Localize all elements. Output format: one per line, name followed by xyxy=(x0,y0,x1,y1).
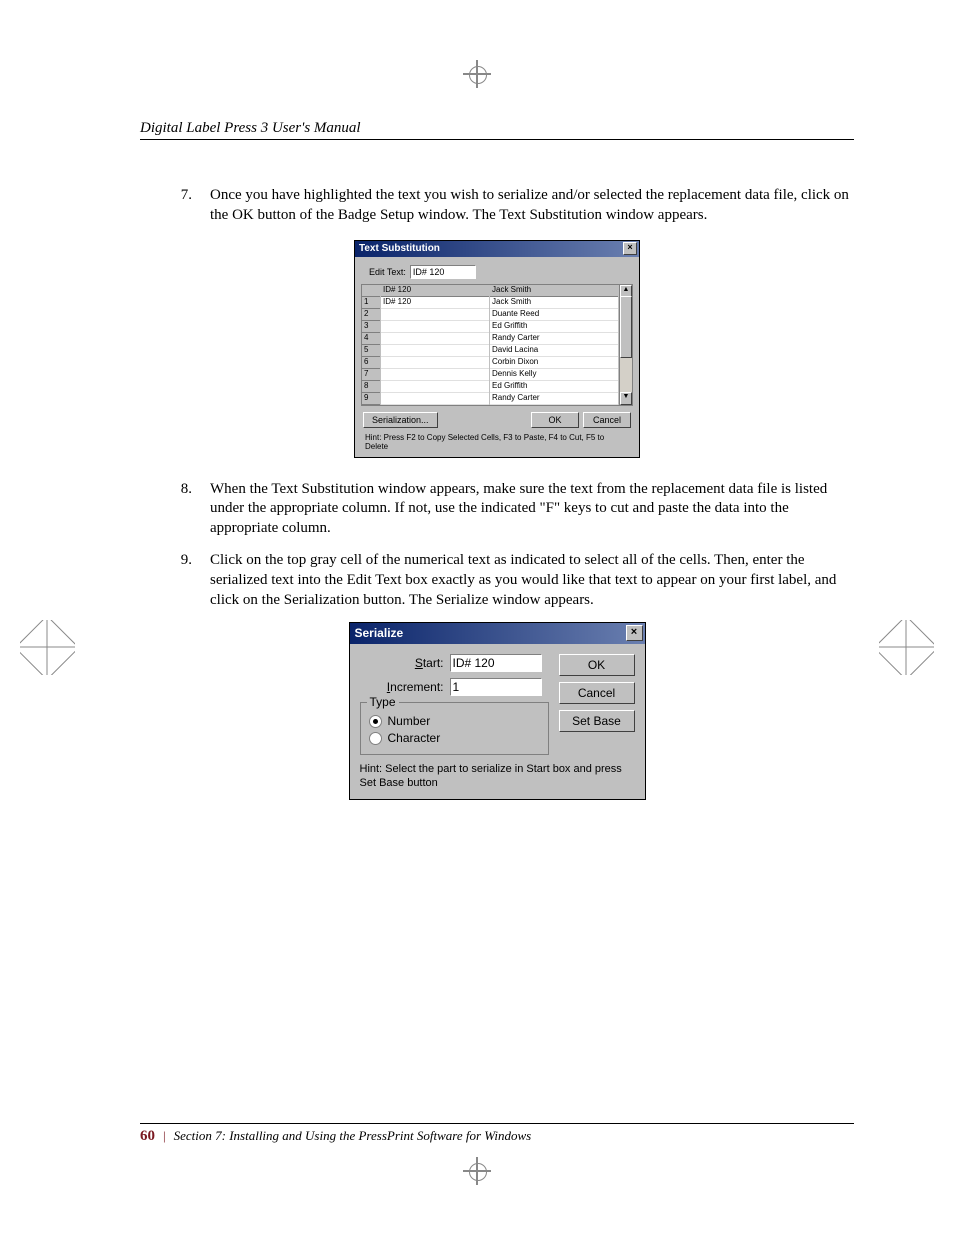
step-text: Click on the top gray cell of the numeri… xyxy=(210,551,854,610)
crop-mark-bottom xyxy=(463,1157,491,1185)
section-title: Section 7: Installing and Using the Pres… xyxy=(174,1128,532,1145)
close-icon[interactable]: × xyxy=(623,242,637,255)
increment-input[interactable] xyxy=(450,678,542,696)
radio-character[interactable]: Character xyxy=(369,731,540,745)
increment-label: Increment: xyxy=(360,680,450,694)
page-footer: 60 | Section 7: Installing and Using the… xyxy=(140,1123,854,1145)
vertical-scrollbar[interactable]: ▲ ▼ xyxy=(619,285,632,405)
start-label: Start: xyxy=(360,656,450,670)
running-header: Digital Label Press 3 User's Manual xyxy=(140,120,854,140)
ok-button[interactable]: OK xyxy=(531,412,579,428)
step-text: When the Text Substitution window appear… xyxy=(210,480,854,539)
step-number: 9. xyxy=(140,551,192,610)
step-number: 7. xyxy=(140,186,192,226)
edit-text-input[interactable] xyxy=(410,265,476,279)
page-number: 60 xyxy=(140,1128,155,1145)
set-base-button[interactable]: Set Base xyxy=(559,710,635,732)
serialize-dialog: Serialize × Start: Increment: Type xyxy=(349,622,646,800)
column-header-id[interactable]: ID# 120 xyxy=(381,285,489,297)
hint-text: Hint: Press F2 to Copy Selected Cells, F… xyxy=(361,432,633,453)
radio-number[interactable]: Number xyxy=(369,714,540,728)
serialization-button[interactable]: Serialization... xyxy=(363,412,438,428)
column-header-name[interactable]: Jack Smith xyxy=(490,285,618,297)
ok-button[interactable]: OK xyxy=(559,654,635,676)
hint-text: Hint: Select the part to serialize in St… xyxy=(350,761,645,799)
scroll-down-icon[interactable]: ▼ xyxy=(620,392,632,405)
crop-mark-right xyxy=(879,620,934,675)
edit-text-label: Edit Text: xyxy=(369,267,406,277)
start-input[interactable] xyxy=(450,654,542,672)
crop-mark-left xyxy=(20,620,75,675)
data-grid[interactable]: 1 2 3 4 5 6 7 8 9 ID# 120 ID# 120 xyxy=(361,284,633,406)
step-text: Once you have highlighted the text you w… xyxy=(210,186,854,226)
type-group: Type Number Character xyxy=(360,702,549,755)
cancel-button[interactable]: Cancel xyxy=(583,412,631,428)
close-icon[interactable]: × xyxy=(626,625,643,641)
crop-mark-top xyxy=(463,60,491,88)
step-number: 8. xyxy=(140,480,192,539)
cancel-button[interactable]: Cancel xyxy=(559,682,635,704)
dialog-title: Text Substitution xyxy=(359,243,440,254)
text-substitution-dialog: Text Substitution × Edit Text: 1 2 3 4 5 xyxy=(354,240,640,458)
dialog-title: Serialize xyxy=(355,626,404,640)
